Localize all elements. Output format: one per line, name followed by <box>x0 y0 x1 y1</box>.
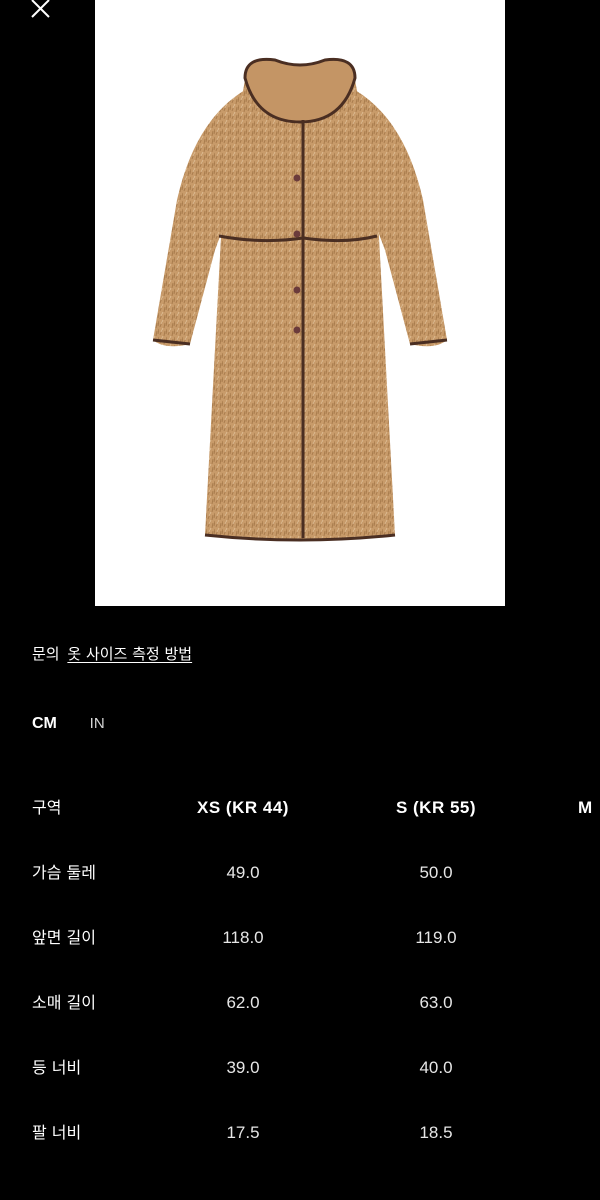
table-cell: 17.5 <box>226 1123 260 1142</box>
table-cell: 39.0 <box>226 1058 260 1077</box>
table-cell: 18.5 <box>419 1123 453 1142</box>
close-icon <box>31 0 50 18</box>
unit-toggle: CM IN <box>32 712 105 735</box>
table-row: 가슴 둘레 49.0 50.0 <box>0 840 600 905</box>
table-cell: 40.0 <box>419 1058 453 1077</box>
links-row: 문의 옷 사이즈 측정 방법 <box>32 642 192 666</box>
table-cell: 50.0 <box>419 863 453 882</box>
table-row: 등 너비 39.0 40.0 <box>0 1035 600 1100</box>
table-row: 팔 너비 17.5 18.5 <box>0 1100 600 1165</box>
column-header-size: S (KR 55) <box>395 798 477 817</box>
table-header-row: 구역 XS (KR 44) S (KR 55) M <box>0 775 600 840</box>
coat-image <box>152 57 448 542</box>
column-header-area: 구역 <box>32 798 62 817</box>
table-cell: 49.0 <box>226 863 260 882</box>
unit-in-button[interactable]: IN <box>90 715 105 732</box>
row-label: 팔 너비 <box>32 1123 82 1142</box>
row-label: 가슴 둘레 <box>32 863 96 882</box>
row-label: 앞면 길이 <box>32 928 96 947</box>
row-label: 소매 길이 <box>32 993 96 1012</box>
product-image <box>95 0 505 606</box>
row-label: 등 너비 <box>32 1058 82 1077</box>
column-header-size: XS (KR 44) <box>197 798 289 817</box>
column-header-size: M <box>578 798 593 817</box>
table-row: 앞면 길이 118.0 119.0 <box>0 905 600 970</box>
table-cell: 62.0 <box>226 993 260 1012</box>
size-table: 구역 XS (KR 44) S (KR 55) M 가슴 둘레 49.0 50.… <box>0 775 600 1165</box>
table-row: 소매 길이 62.0 63.0 <box>0 970 600 1035</box>
table-cell: 63.0 <box>419 993 453 1012</box>
size-guide-link[interactable]: 옷 사이즈 측정 방법 <box>67 645 192 663</box>
table-cell: 119.0 <box>415 928 457 947</box>
unit-cm-button[interactable]: CM <box>32 715 57 732</box>
inquiry-link[interactable]: 문의 <box>32 645 60 663</box>
table-cell: 118.0 <box>222 928 264 947</box>
close-button[interactable] <box>26 0 56 24</box>
